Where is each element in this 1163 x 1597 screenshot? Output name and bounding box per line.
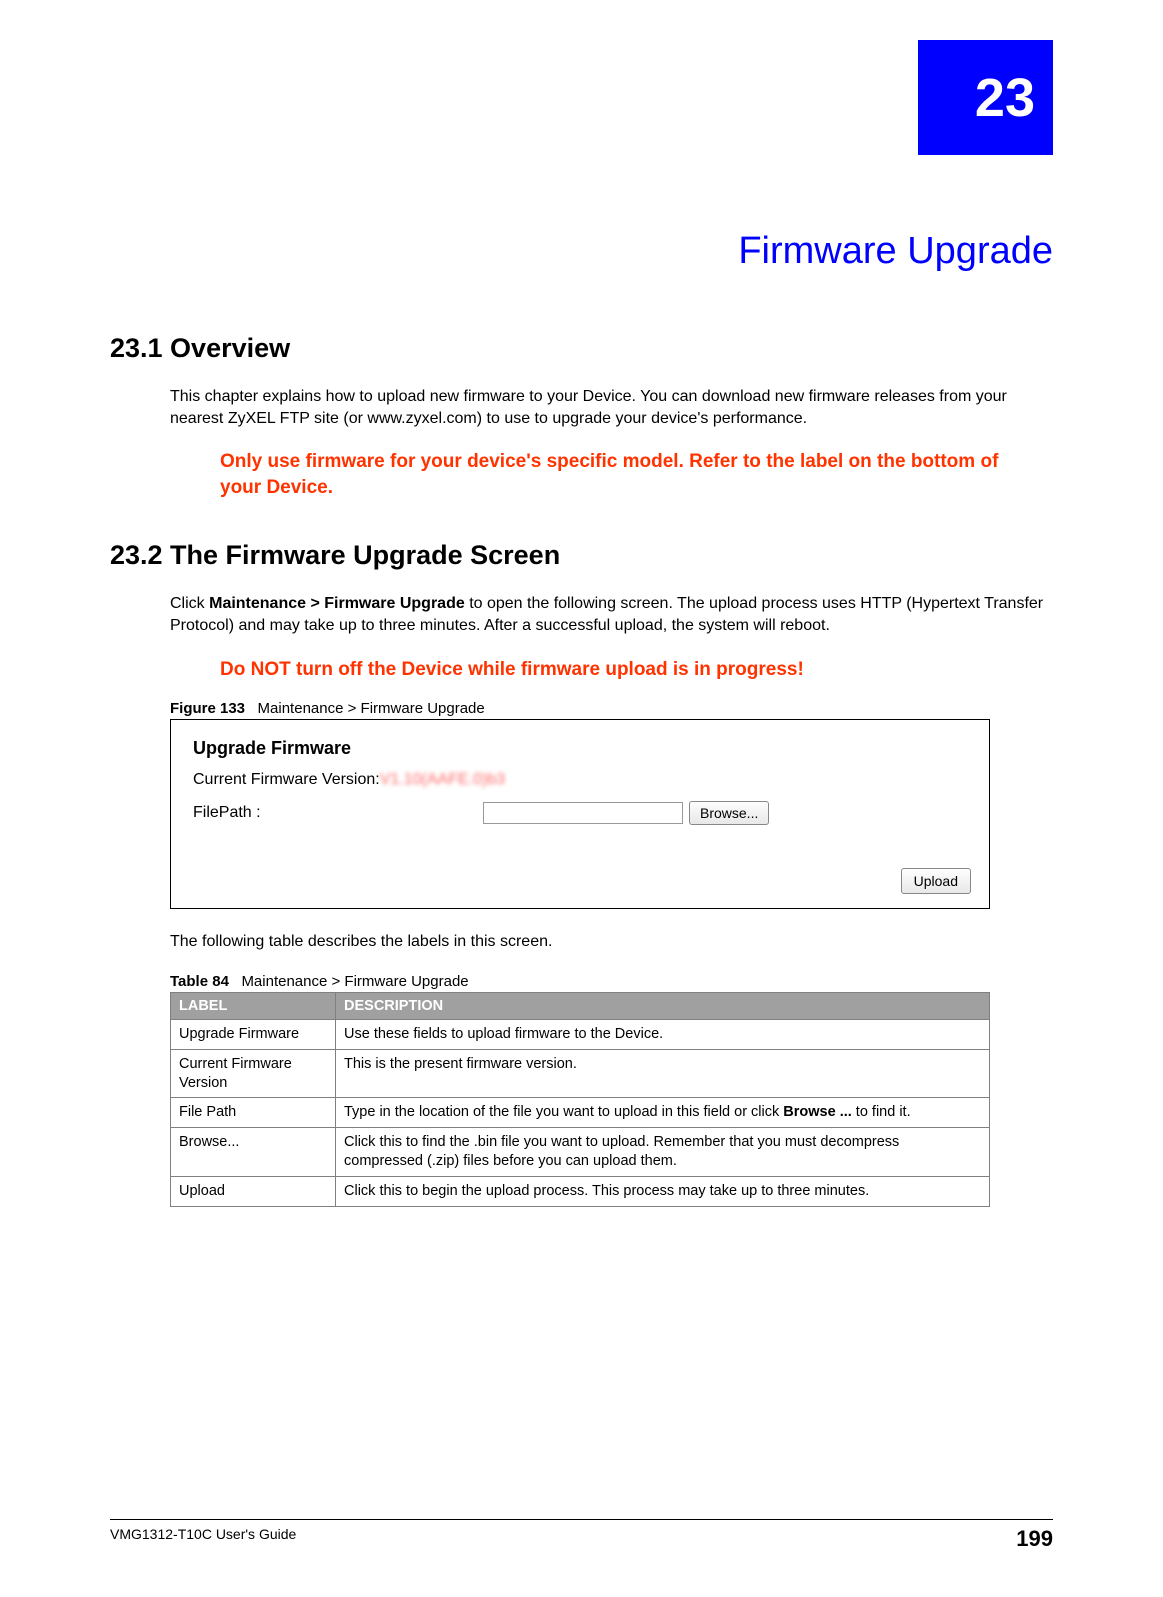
body-pre: Click xyxy=(170,595,209,612)
row-label: Browse... xyxy=(171,1128,336,1177)
filepath-label: FilePath : xyxy=(193,804,483,822)
row-desc: Type in the location of the file you wan… xyxy=(336,1098,990,1128)
table-row: Browse... Click this to find the .bin fi… xyxy=(171,1128,990,1177)
desc-bold: Browse ... xyxy=(783,1104,852,1120)
body-bold: Maintenance > Firmware Upgrade xyxy=(209,595,465,612)
chapter-number: 23 xyxy=(975,71,1035,125)
section-23-2-heading: 23.2 The Firmware Upgrade Screen xyxy=(110,540,1053,571)
figure-label: Figure 133 xyxy=(170,700,245,717)
section-23-1-heading: 23.1 Overview xyxy=(110,333,1053,364)
filepath-input[interactable] xyxy=(483,802,683,824)
footer-guide-name: VMG1312-T10C User's Guide xyxy=(110,1526,296,1552)
row-label: Current Firmware Version xyxy=(171,1049,336,1098)
desc-pre: Type in the location of the file you wan… xyxy=(344,1104,783,1120)
figure-screenshot: Upgrade Firmware Current Firmware Versio… xyxy=(170,719,990,909)
section-23-2-warning: Do NOT turn off the Device while firmwar… xyxy=(220,657,1013,683)
table-row: File Path Type in the location of the fi… xyxy=(171,1098,990,1128)
browse-button[interactable]: Browse... xyxy=(689,801,769,825)
section-23-1-body: This chapter explains how to upload new … xyxy=(170,386,1053,429)
upload-button[interactable]: Upload xyxy=(901,868,971,894)
row-label: Upgrade Firmware xyxy=(171,1019,336,1049)
table-row: Current Firmware Version This is the pre… xyxy=(171,1049,990,1098)
chapter-number-box: CHAPTER 23 xyxy=(918,40,1053,155)
page-footer: VMG1312-T10C User's Guide 199 xyxy=(110,1519,1053,1552)
section-23-1-warning: Only use firmware for your device's spec… xyxy=(220,449,1013,500)
footer-page-number: 199 xyxy=(1016,1526,1053,1552)
table-intro: The following table describes the labels… xyxy=(170,931,1053,953)
current-firmware-value: V1.10(AAFE.0)b3 xyxy=(380,771,505,789)
desc-post: to find it. xyxy=(852,1104,911,1120)
chapter-title: Firmware Upgrade xyxy=(110,230,1053,273)
section-23-2-body: Click Maintenance > Firmware Upgrade to … xyxy=(170,593,1053,636)
row-desc: Use these fields to upload firmware to t… xyxy=(336,1019,990,1049)
description-table: LABEL DESCRIPTION Upgrade Firmware Use t… xyxy=(170,992,990,1207)
table-caption: Table 84 Maintenance > Firmware Upgrade xyxy=(170,973,1053,990)
figure-caption-text: Maintenance > Firmware Upgrade xyxy=(258,700,485,717)
current-firmware-label: Current Firmware Version: xyxy=(193,771,380,789)
row-label: Upload xyxy=(171,1176,336,1206)
table-header-description: DESCRIPTION xyxy=(336,992,990,1019)
row-desc: Click this to begin the upload process. … xyxy=(336,1176,990,1206)
row-desc: Click this to find the .bin file you wan… xyxy=(336,1128,990,1177)
table-row: Upload Click this to begin the upload pr… xyxy=(171,1176,990,1206)
table-row: Upgrade Firmware Use these fields to upl… xyxy=(171,1019,990,1049)
panel-title: Upgrade Firmware xyxy=(193,738,967,759)
table-header-label: LABEL xyxy=(171,992,336,1019)
figure-caption: Figure 133 Maintenance > Firmware Upgrad… xyxy=(170,700,1053,717)
table-caption-text: Maintenance > Firmware Upgrade xyxy=(241,973,468,990)
row-label: File Path xyxy=(171,1098,336,1128)
row-desc: This is the present firmware version. xyxy=(336,1049,990,1098)
table-label: Table 84 xyxy=(170,973,229,990)
